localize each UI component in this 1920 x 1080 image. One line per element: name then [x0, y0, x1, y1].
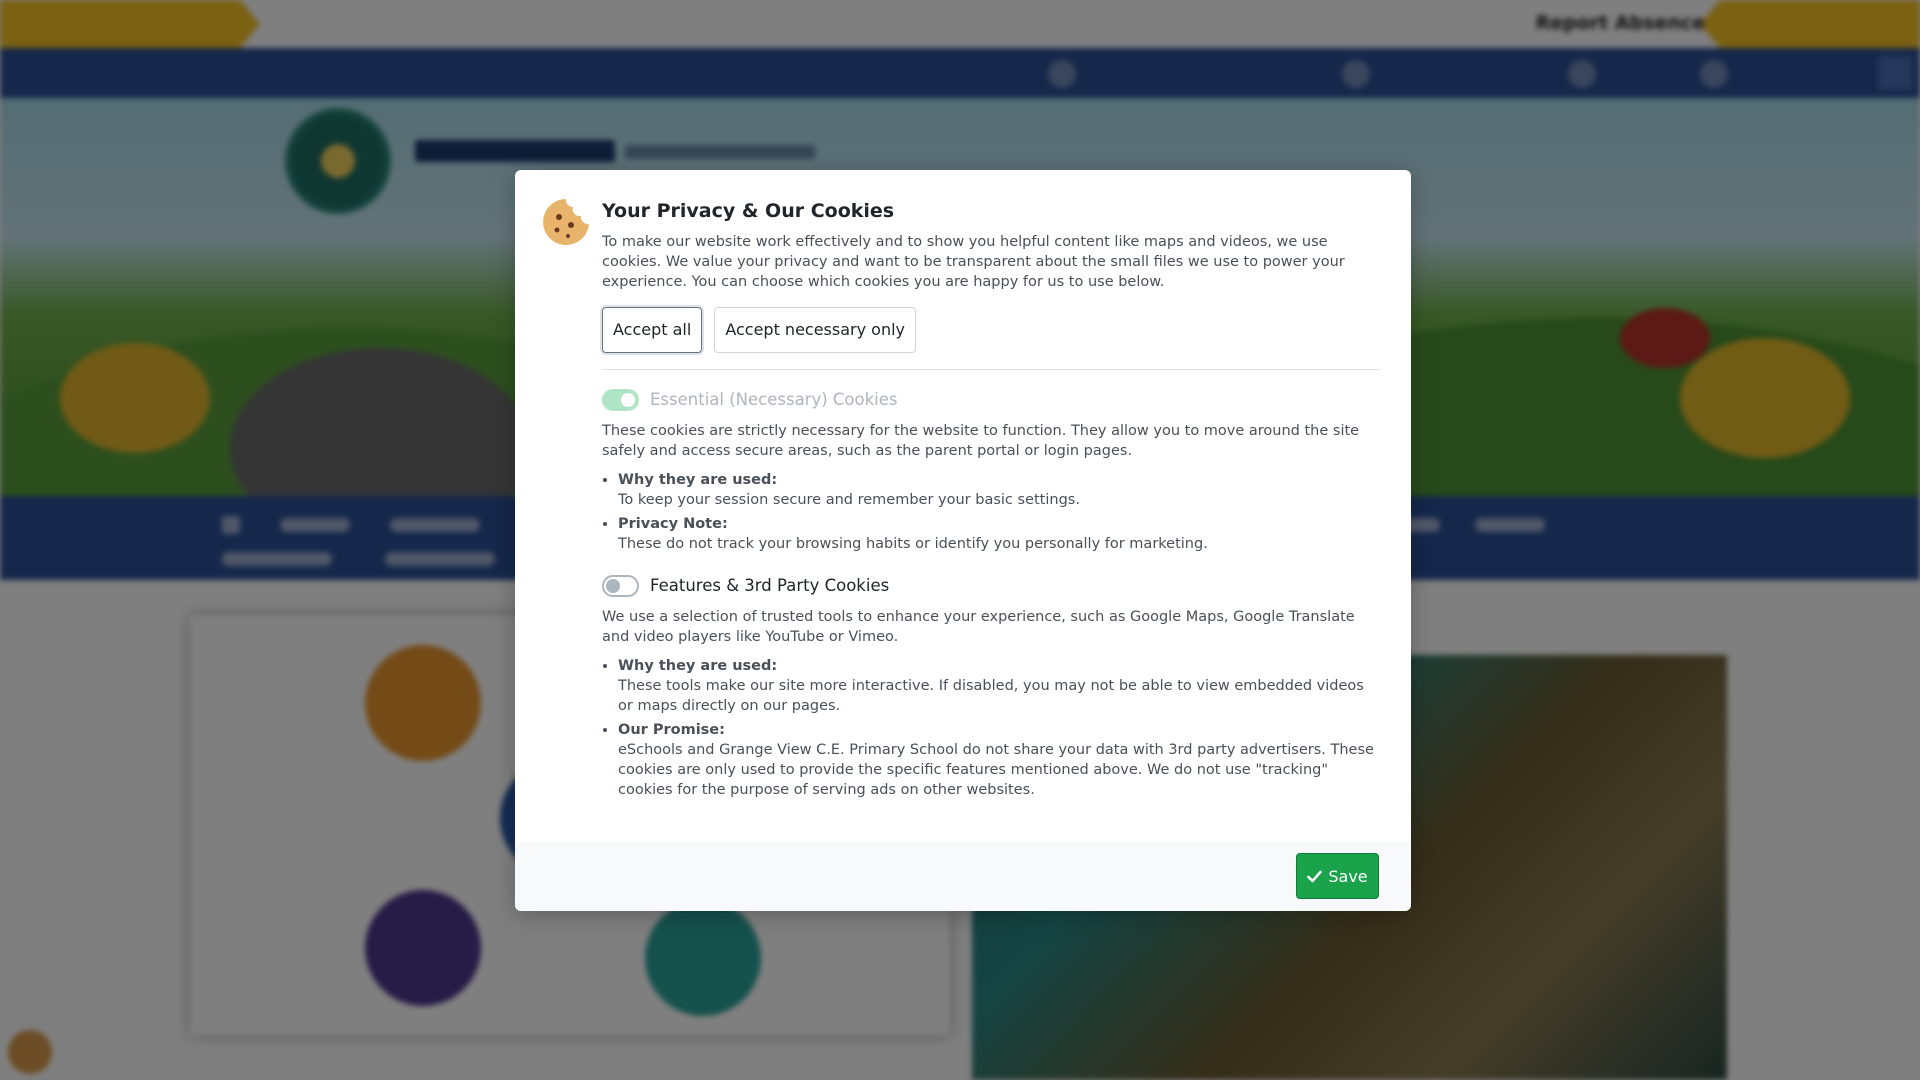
- essential-cookies-toggle: [602, 388, 639, 411]
- modal-body: Your Privacy & Our Cookies To make our w…: [515, 170, 1411, 841]
- point-text: eSchools and Grange View C.E. Primary Sc…: [618, 741, 1374, 798]
- consent-button-row: Accept all Accept necessary only: [602, 306, 1380, 353]
- accept-all-button[interactable]: Accept all: [602, 306, 703, 353]
- point-heading: Why they are used:: [618, 657, 778, 674]
- cookie-consent-modal: Your Privacy & Our Cookies To make our w…: [515, 170, 1411, 911]
- toggle-knob: [621, 392, 635, 407]
- divider: [602, 368, 1380, 370]
- features-toggle-row: Features & 3rd Party Cookies: [602, 574, 1380, 598]
- essential-cookies-points: Why they are used: To keep your session s…: [602, 470, 1380, 554]
- essential-cookies-section: Essential (Necessary) Cookies These cook…: [602, 388, 1380, 554]
- accept-necessary-button[interactable]: Accept necessary only: [714, 306, 917, 353]
- modal-content: Your Privacy & Our Cookies To make our w…: [602, 200, 1380, 804]
- list-item: Our Promise: eSchools and Grange View C.E…: [618, 720, 1380, 800]
- list-item: Why they are used: To keep your session s…: [618, 470, 1380, 510]
- point-heading: Why they are used:: [618, 471, 778, 488]
- features-cookies-section: Features & 3rd Party Cookies We use a se…: [602, 574, 1380, 800]
- essential-toggle-row: Essential (Necessary) Cookies: [602, 388, 1380, 412]
- essential-cookies-label: Essential (Necessary) Cookies: [650, 390, 898, 410]
- point-text: To keep your session secure and remember…: [618, 491, 1080, 508]
- point-heading: Our Promise:: [618, 721, 725, 738]
- list-item: Why they are used: These tools make our s…: [618, 656, 1380, 716]
- point-heading: Privacy Note:: [618, 515, 728, 532]
- toggle-knob: [606, 578, 620, 593]
- list-item: Privacy Note: These do not track your bro…: [618, 514, 1380, 554]
- essential-cookies-description: These cookies are strictly necessary for…: [602, 422, 1360, 459]
- features-cookies-description: We use a selection of trusted tools to e…: [602, 608, 1355, 645]
- modal-intro: To make our website work effectively and…: [602, 233, 1345, 290]
- point-text: These tools make our site more interacti…: [618, 677, 1364, 714]
- point-text: These do not track your browsing habits …: [618, 535, 1208, 552]
- modal-footer: Save: [515, 841, 1411, 911]
- modal-title: Your Privacy & Our Cookies: [602, 200, 895, 222]
- features-cookies-points: Why they are used: These tools make our s…: [602, 656, 1380, 800]
- save-button-label: Save: [1328, 866, 1368, 886]
- cookie-icon: [543, 199, 589, 245]
- features-cookies-toggle[interactable]: [602, 574, 639, 597]
- check-icon: [1307, 870, 1323, 882]
- save-button[interactable]: Save: [1296, 853, 1379, 899]
- features-cookies-label[interactable]: Features & 3rd Party Cookies: [650, 576, 889, 595]
